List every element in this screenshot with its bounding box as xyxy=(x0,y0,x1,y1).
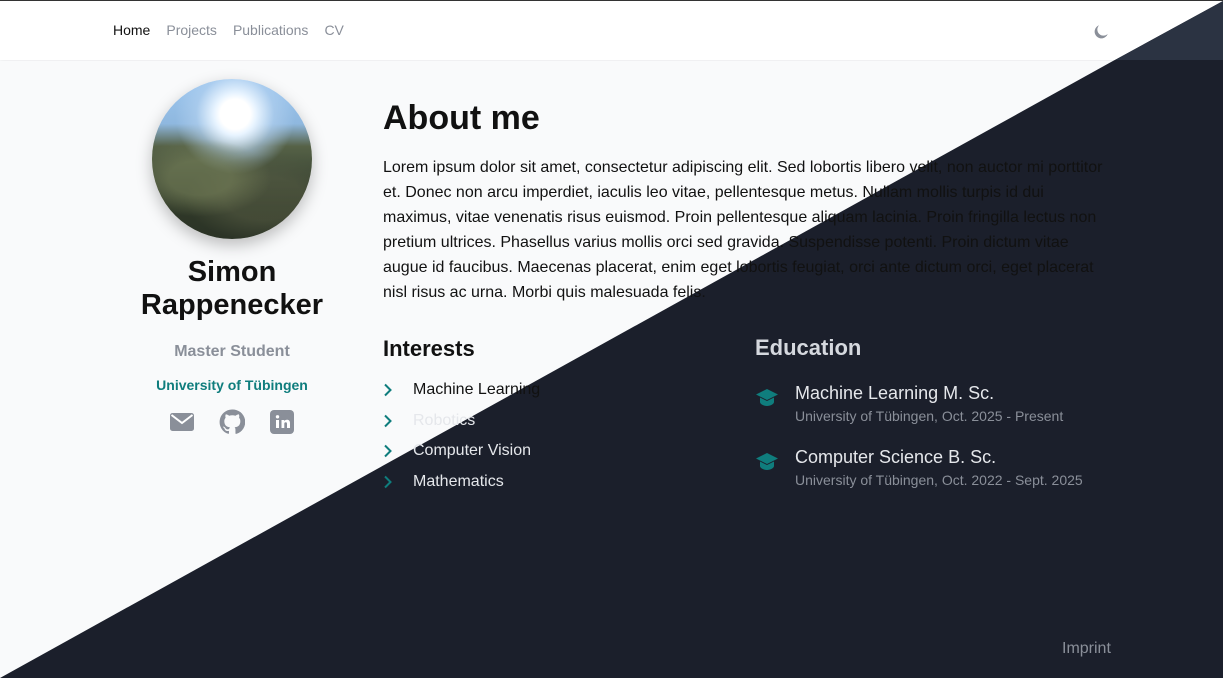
interests-list: Machine Learning Robotics Computer Visio… xyxy=(383,375,723,497)
education-degree: Machine Learning M. Sc. xyxy=(795,383,995,403)
about-section: About me Lorem ipsum dolor sit amet, con… xyxy=(383,98,1108,305)
chevron-right-icon xyxy=(383,443,413,459)
linkedin-icon[interactable] xyxy=(269,409,295,435)
main-nav: Home Projects Publications CV xyxy=(113,22,344,38)
profile-role: Master Student xyxy=(174,343,290,360)
moon-icon[interactable] xyxy=(1092,23,1110,41)
graduation-cap-icon xyxy=(755,382,795,424)
education-detail: University of Tübingen, Oct. 2025 - Pres… xyxy=(795,408,1064,424)
chevron-right-icon xyxy=(383,382,413,398)
nav-home[interactable]: Home xyxy=(113,22,150,38)
imprint-link[interactable]: Imprint xyxy=(1062,640,1111,658)
about-title: About me xyxy=(383,99,540,137)
interest-label: Computer Vision xyxy=(413,442,531,460)
top-navbar: Home Projects Publications CV xyxy=(0,0,1223,60)
education-degree: Computer Science B. Sc. xyxy=(795,447,997,467)
profile-name: Simon Rappenecker xyxy=(140,256,324,321)
chevron-right-icon xyxy=(383,474,413,490)
graduation-cap-icon xyxy=(755,446,795,488)
interests-section: Interests Machine Learning Robotics Comp… xyxy=(383,336,723,497)
nav-publications[interactable]: Publications xyxy=(233,22,309,38)
education-section: Education Machine Learning M. Sc. Univer… xyxy=(755,335,1115,488)
github-icon[interactable] xyxy=(219,409,246,435)
profile-university: University of Tübingen xyxy=(156,377,308,393)
interests-title: Interests xyxy=(383,336,475,361)
social-links xyxy=(120,409,344,435)
interest-label: Robotics xyxy=(413,411,476,429)
nav-projects[interactable]: Projects xyxy=(166,22,217,38)
about-text: Lorem ipsum dolor sit amet, consectetur … xyxy=(383,159,1103,301)
list-item: Computer Vision xyxy=(383,436,723,467)
avatar xyxy=(152,79,312,239)
mail-icon[interactable] xyxy=(169,409,195,435)
profile-card: Simon Rappenecker Master Student Univers… xyxy=(120,79,344,435)
education-item: Machine Learning M. Sc. University of Tü… xyxy=(755,382,1115,424)
education-detail: University of Tübingen, Oct. 2022 - Sept… xyxy=(795,472,1083,488)
list-item: Robotics xyxy=(383,406,723,437)
interest-label: Machine Learning xyxy=(413,381,541,399)
interest-label: Mathematics xyxy=(413,472,504,490)
education-title: Education xyxy=(755,335,862,360)
main-content: Simon Rappenecker Master Student Univers… xyxy=(0,0,1223,678)
list-item: Mathematics xyxy=(383,467,723,498)
nav-cv[interactable]: CV xyxy=(324,22,343,38)
education-item: Computer Science B. Sc. University of Tü… xyxy=(755,446,1115,488)
chevron-right-icon xyxy=(383,413,413,429)
list-item: Machine Learning xyxy=(383,375,723,406)
